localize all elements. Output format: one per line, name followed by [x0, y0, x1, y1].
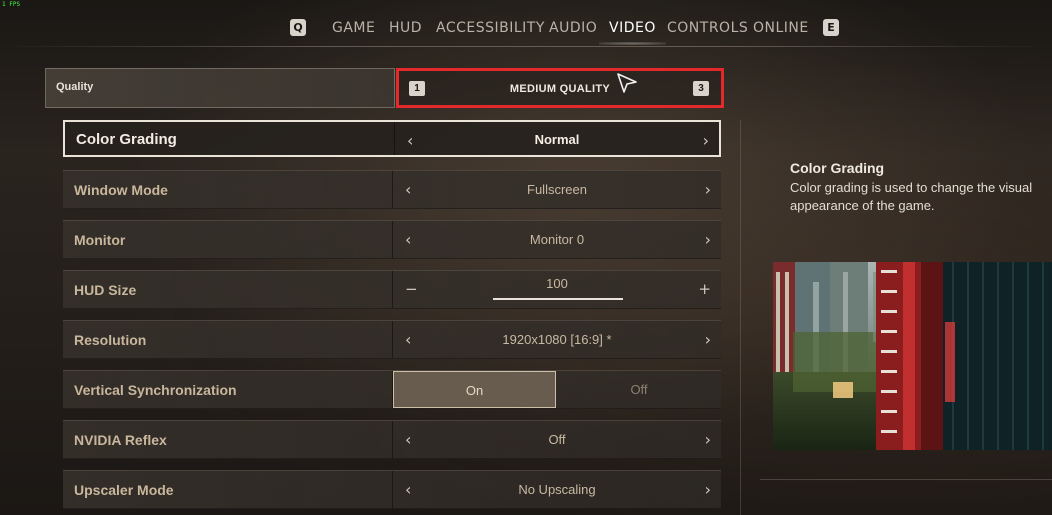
setting-control: On Off: [393, 371, 721, 408]
quality-selector[interactable]: 1 MEDIUM QUALITY 3: [396, 68, 724, 108]
mouse-cursor-icon: [617, 73, 637, 93]
tab-game[interactable]: GAME: [332, 20, 375, 36]
quality-label-panel: Quality: [45, 68, 395, 108]
chevron-right-icon[interactable]: ›: [703, 131, 709, 150]
hud-size-slider[interactable]: [493, 298, 623, 300]
next-quality-key-icon[interactable]: 3: [693, 81, 709, 96]
setting-control: ‹ No Upscaling ›: [393, 471, 721, 508]
next-tab-key-icon[interactable]: E: [823, 19, 839, 36]
quality-value: MEDIUM QUALITY: [509, 83, 611, 95]
panel-divider: [760, 479, 1052, 480]
setting-value: 1920x1080 [16:9] *: [502, 332, 612, 347]
setting-control: ‹ 1920x1080 [16:9] * ›: [393, 321, 721, 358]
setting-control: ‹ Fullscreen ›: [393, 171, 721, 208]
tab-audio[interactable]: AUDIO: [549, 20, 597, 36]
setting-upscaler-mode[interactable]: Upscaler Mode ‹ No Upscaling ›: [63, 470, 721, 509]
setting-window-mode[interactable]: Window Mode ‹ Fullscreen ›: [63, 170, 721, 209]
info-description: Color grading is used to change the visu…: [790, 180, 1033, 213]
setting-control: ‹ Off ›: [393, 421, 721, 458]
chevron-right-icon[interactable]: ›: [705, 480, 711, 499]
setting-value: Fullscreen: [527, 182, 587, 197]
setting-label: Resolution: [74, 332, 147, 348]
setting-control: ‹ Monitor 0 ›: [393, 221, 721, 258]
setting-label: Vertical Synchronization: [74, 382, 237, 398]
color-grading-preview-image: [773, 262, 1052, 450]
setting-hud-size[interactable]: HUD Size − 100 +: [63, 270, 721, 309]
setting-label: Color Grading: [76, 131, 177, 148]
vsync-on-option[interactable]: On: [393, 371, 556, 408]
setting-value: No Upscaling: [518, 482, 596, 497]
setting-control: − 100 +: [393, 271, 721, 308]
setting-resolution[interactable]: Resolution ‹ 1920x1080 [16:9] * ›: [63, 320, 721, 359]
nav-divider: [0, 46, 1052, 47]
panel-separator: [740, 120, 741, 515]
setting-value: Monitor 0: [529, 232, 585, 247]
tab-video[interactable]: VIDEO: [599, 20, 666, 45]
setting-label: NVIDIA Reflex: [74, 432, 167, 448]
tab-online[interactable]: ONLINE: [753, 20, 809, 36]
prev-tab-key-icon[interactable]: Q: [290, 19, 306, 36]
chevron-right-icon[interactable]: ›: [705, 430, 711, 449]
tab-controls[interactable]: CONTROLS: [667, 20, 748, 36]
setting-label: Upscaler Mode: [74, 482, 174, 498]
toggle-off-label: Off: [630, 382, 648, 397]
quality-label: Quality: [56, 81, 94, 93]
setting-vertical-sync[interactable]: Vertical Synchronization On Off: [63, 370, 721, 409]
plus-icon[interactable]: +: [698, 280, 711, 298]
setting-value: Off: [548, 432, 566, 447]
chevron-right-icon[interactable]: ›: [705, 180, 711, 199]
tab-hud[interactable]: HUD: [389, 20, 422, 36]
setting-monitor[interactable]: Monitor ‹ Monitor 0 ›: [63, 220, 721, 259]
setting-value: 100: [546, 276, 568, 291]
setting-control: ‹ Normal ›: [395, 122, 719, 155]
setting-value: Normal: [534, 132, 580, 147]
info-title: Color Grading: [790, 160, 885, 176]
toggle-on-label: On: [465, 383, 484, 398]
setting-label: Window Mode: [74, 182, 168, 198]
chevron-right-icon[interactable]: ›: [705, 230, 711, 249]
chevron-right-icon[interactable]: ›: [705, 330, 711, 349]
setting-label: HUD Size: [74, 282, 137, 298]
setting-label: Monitor: [74, 232, 126, 248]
top-navigation: Q GAME HUD ACCESSIBILITY AUDIO VIDEO CON…: [0, 0, 1052, 50]
setting-color-grading[interactable]: Color Grading ‹ Normal ›: [63, 120, 721, 157]
tab-accessibility[interactable]: ACCESSIBILITY: [436, 20, 545, 36]
setting-nvidia-reflex[interactable]: NVIDIA Reflex ‹ Off ›: [63, 420, 721, 459]
vsync-off-option[interactable]: Off: [557, 371, 721, 408]
